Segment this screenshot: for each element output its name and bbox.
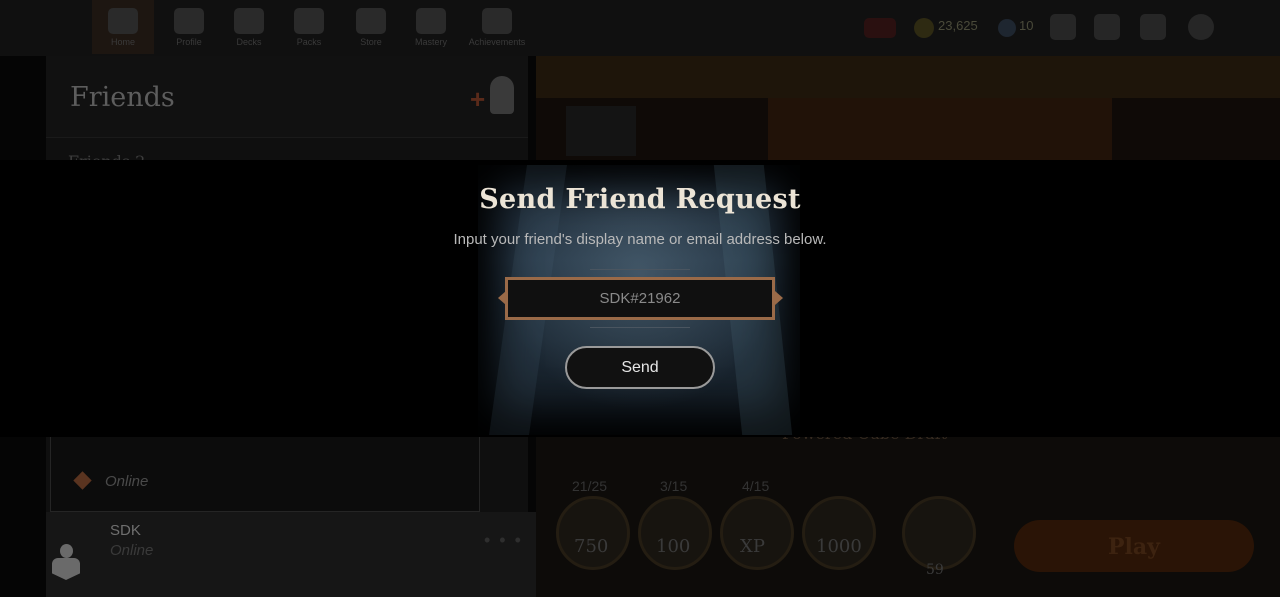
- reward-value: 750: [574, 536, 609, 557]
- nav-mastery-label: Mastery: [414, 37, 447, 47]
- reward-progress: 21/25: [572, 478, 608, 494]
- add-friend-button[interactable]: +: [468, 72, 516, 120]
- home-icon: [108, 8, 138, 34]
- nav-mastery[interactable]: Mastery: [400, 0, 462, 54]
- gold-amount: 23,625: [938, 18, 978, 33]
- divider: [590, 269, 690, 270]
- wildcard-icon[interactable]: [864, 18, 896, 38]
- reward-wildcard: [802, 496, 876, 570]
- friend-row[interactable]: SDK Online • • •: [46, 512, 536, 597]
- avatar: [52, 544, 80, 582]
- store-icon: [356, 8, 386, 34]
- modal-subtitle: Input your friend's display name or emai…: [453, 231, 827, 248]
- modal-title: Send Friend Request: [479, 184, 801, 215]
- friend-id-field-frame: [505, 277, 775, 320]
- online-status-label: Online: [105, 473, 149, 490]
- reward-value: 59: [926, 562, 944, 578]
- nav-store-label: Store: [360, 37, 382, 47]
- friend-name: SDK: [110, 522, 141, 539]
- gem-icon: [998, 19, 1016, 37]
- nav-achievements[interactable]: Achievements: [466, 0, 528, 54]
- reward-value: XP: [740, 536, 765, 557]
- input-frame-right-tip: [775, 291, 783, 305]
- packs-icon: [294, 8, 324, 34]
- nav-profile[interactable]: Profile: [158, 0, 220, 54]
- nav-packs[interactable]: Packs: [278, 0, 340, 54]
- status-diamond-icon: [73, 471, 92, 490]
- reward-gold: [556, 496, 630, 570]
- nav-decks[interactable]: Decks: [218, 0, 280, 54]
- gear-icon[interactable]: [1188, 14, 1214, 40]
- plus-icon: +: [470, 84, 486, 114]
- friends-header: Friends +: [46, 56, 528, 138]
- profile-icon: [174, 8, 204, 34]
- play-button[interactable]: Play: [1014, 520, 1254, 572]
- avatar-head: [60, 544, 73, 558]
- reward-value: 100: [656, 536, 691, 557]
- friend-id-input[interactable]: [508, 280, 772, 317]
- battle-pass-icon[interactable]: [1050, 14, 1076, 40]
- gold-coin-icon: [914, 18, 934, 38]
- event-key-art: [768, 98, 1112, 160]
- nav-profile-label: Profile: [176, 37, 202, 47]
- event-banner: [536, 56, 1280, 98]
- play-label: Play: [1108, 534, 1160, 560]
- reward-xp: [720, 496, 794, 570]
- nav-achievements-label: Achievements: [468, 37, 526, 47]
- top-navigation: Home Profile Decks Packs Store Mastery A…: [0, 0, 1280, 56]
- card-art: [566, 106, 636, 156]
- gem-amount: 10: [1019, 18, 1034, 33]
- event-art: [536, 98, 1280, 160]
- person-icon: [490, 76, 514, 114]
- learn-book-icon[interactable]: [1140, 14, 1166, 40]
- decks-icon: [234, 8, 264, 34]
- nav-packs-label: Packs: [296, 37, 322, 47]
- nav-home-label: Home: [110, 37, 135, 47]
- avatar-body: [52, 558, 80, 580]
- achievements-icon: [482, 8, 512, 34]
- send-button[interactable]: Send: [565, 346, 715, 389]
- reward-progress: 3/15: [660, 478, 688, 494]
- friend-status: Online: [110, 542, 154, 559]
- nav-store[interactable]: Store: [340, 0, 402, 54]
- mastery-icon: [416, 8, 446, 34]
- mastery-badge-icon[interactable]: [1094, 14, 1120, 40]
- reward-lock: [902, 496, 976, 570]
- friends-title: Friends: [70, 82, 175, 113]
- online-status-group[interactable]: Online: [50, 436, 480, 512]
- reward-value: 1000: [816, 536, 862, 557]
- reward-progress: 4/15: [742, 478, 770, 494]
- nav-home[interactable]: Home: [92, 0, 154, 54]
- reward-gems: [638, 496, 712, 570]
- divider: [590, 327, 690, 328]
- more-options-icon[interactable]: • • •: [484, 530, 523, 551]
- nav-decks-label: Decks: [236, 37, 262, 47]
